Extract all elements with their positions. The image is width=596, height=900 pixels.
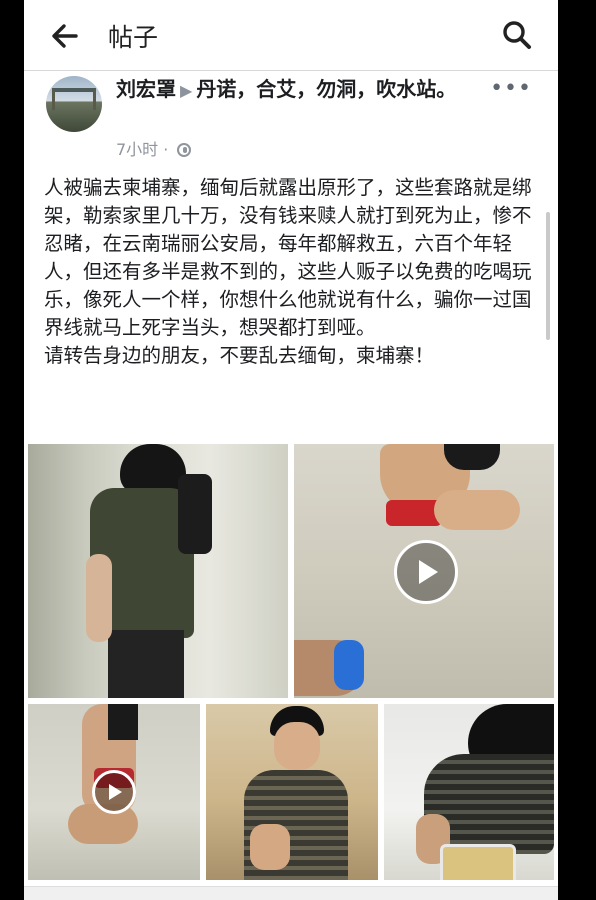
hanging-cloth	[178, 474, 212, 554]
text-scrollbar[interactable]	[546, 212, 550, 340]
author-name[interactable]: 刘宏罩	[116, 77, 176, 101]
post-location[interactable]: 丹诺，合艾，勿洞，吹水站。	[196, 77, 456, 101]
post-video-2[interactable]	[28, 704, 200, 880]
person-leg	[434, 490, 520, 530]
person-arm	[86, 554, 112, 642]
author-avatar[interactable]	[46, 76, 102, 132]
post-text: 人被骗去柬埔寨，缅甸后就露出原形了，这些套路就是绑架，勒索家里几十万，没有钱来赎…	[44, 176, 532, 367]
person-head	[120, 444, 186, 494]
blue-sandal	[334, 640, 364, 690]
food-tray	[440, 844, 516, 880]
search-icon[interactable]	[502, 20, 532, 50]
play-icon[interactable]	[394, 540, 458, 604]
more-options-icon[interactable]: •••	[490, 76, 532, 101]
person-arm	[250, 824, 290, 870]
post-header-text: 刘宏罩 ▶ 丹诺，合艾，勿洞，吹水站。	[116, 76, 496, 104]
post-video-1[interactable]	[294, 444, 554, 698]
search-icon-glyph	[503, 21, 531, 49]
person-pants	[108, 630, 184, 698]
triangle-right-icon: ▶	[180, 81, 193, 100]
post-time[interactable]: 7小时	[116, 140, 158, 159]
post-photo-1[interactable]	[28, 444, 288, 698]
dark-cloth	[108, 704, 138, 740]
play-icon[interactable]	[92, 770, 136, 814]
post-screen: 帖子 刘宏罩 ▶ 丹诺，合艾，勿洞，吹水站。 ••• 7小时 · 人被骗去柬埔寨，缅…	[24, 0, 558, 900]
post-photo-2[interactable]	[206, 704, 378, 880]
avatar-picture	[52, 88, 96, 110]
arrow-left-icon[interactable]	[50, 22, 82, 50]
dark-cloth	[444, 444, 500, 470]
top-bar: 帖子	[24, 0, 558, 71]
bottom-action-bar	[24, 886, 558, 900]
person-face	[274, 722, 320, 770]
arrow-left-icon-glyph	[52, 24, 78, 48]
post-meta: 7小时 ·	[116, 136, 192, 160]
globe-icon	[177, 143, 192, 157]
page-title: 帖子	[108, 23, 159, 52]
post-photo-3[interactable]	[384, 704, 554, 880]
